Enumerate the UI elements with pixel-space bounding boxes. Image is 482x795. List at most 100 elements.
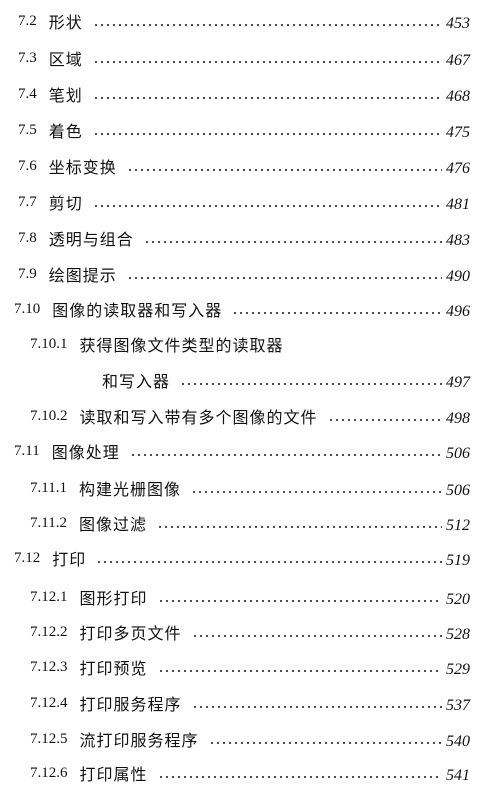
toc-entry-number: 7.12.5 [30, 730, 68, 747]
dot-leader [126, 169, 442, 171]
toc-entry-page: 453 [446, 15, 470, 32]
dot-leader [126, 277, 442, 279]
toc-entry-number: 7.8 [18, 229, 37, 246]
toc-entry-7-7: 7.7 剪切 481 [18, 189, 470, 215]
toc-entry-number: 7.12.3 [30, 658, 68, 675]
toc-entry-page: 512 [446, 517, 470, 534]
toc-entry-title: 流打印服务程序 [79, 731, 199, 750]
dot-leader [232, 312, 442, 314]
dot-leader [96, 561, 442, 563]
toc-entry-page: 528 [446, 626, 470, 643]
toc-entry-number: 7.11 [14, 442, 40, 459]
toc-entry-title: 图形打印 [79, 589, 148, 608]
toc-entry-page: 541 [446, 767, 470, 784]
toc-entry-title: 打印多页文件 [79, 624, 182, 643]
toc-entry-7-12-6: 7.12.6 打印属性 541 [30, 760, 470, 786]
toc-entry-7-2: 7.2 形状 453 [18, 8, 470, 34]
toc-entry-number: 7.4 [18, 85, 37, 102]
toc-entry-page: 496 [446, 303, 470, 320]
dot-leader [157, 776, 442, 778]
toc-entry-title: 图像的读取器和写入器 [52, 301, 223, 320]
toc-entry-page: 537 [446, 697, 470, 714]
toc-entry-page: 483 [446, 232, 470, 249]
table-of-contents: 7.2 形状 453 7.3 区域 467 7.4 笔划 468 7.5 着色 … [0, 0, 482, 795]
dot-leader [156, 526, 442, 528]
dot-leader [157, 600, 442, 602]
toc-entry-title: 坐标变换 [48, 158, 117, 177]
toc-entry-page: 498 [446, 410, 470, 427]
toc-entry-7-8: 7.8 透明与组合 483 [18, 225, 470, 251]
toc-entry-page: 467 [446, 52, 470, 69]
toc-entry-7-12-4: 7.12.4 打印服务程序 537 [30, 690, 470, 716]
toc-entry-title: 图像过滤 [78, 515, 147, 534]
toc-entry-page: 506 [446, 445, 470, 462]
toc-entry-title: 读取和写入带有多个图像的文件 [79, 408, 318, 427]
toc-entry-title: 剪切 [48, 194, 83, 213]
dot-leader [129, 454, 442, 456]
dot-leader [92, 24, 442, 26]
toc-entry-page: 540 [446, 733, 470, 750]
toc-entry-7-11-2: 7.11.2 图像过滤 512 [30, 510, 470, 536]
toc-entry-number: 7.12 [14, 549, 41, 566]
toc-entry-title: 着色 [48, 122, 83, 141]
toc-entry-page: 506 [446, 482, 470, 499]
dot-leader [327, 419, 442, 421]
toc-entry-7-5: 7.5 着色 475 [18, 117, 470, 143]
toc-entry-page: 529 [446, 661, 470, 678]
toc-entry-7-12-1: 7.12.1 图形打印 520 [30, 584, 470, 610]
toc-entry-title: 笔划 [48, 86, 83, 105]
toc-entry-number: 7.10.1 [30, 335, 68, 352]
toc-entry-number: 7.11.2 [30, 514, 67, 531]
toc-entry-7-11: 7.11 图像处理 506 [14, 438, 470, 464]
toc-entry-title: 区域 [48, 50, 83, 69]
toc-entry-number: 7.10 [14, 300, 41, 317]
toc-entry-7-12-3: 7.12.3 打印预览 529 [30, 654, 470, 680]
toc-entry-number: 7.11.1 [30, 479, 67, 496]
toc-entry-7-6: 7.6 坐标变换 476 [18, 153, 470, 179]
toc-entry-number: 7.3 [18, 49, 37, 66]
toc-entry-7-3: 7.3 区域 467 [18, 45, 470, 71]
toc-entry-title: 和写入器 [102, 372, 171, 391]
dot-leader [143, 241, 442, 243]
toc-entry-7-10-2: 7.10.2 读取和写入带有多个图像的文件 498 [30, 403, 470, 429]
toc-entry-page: 520 [446, 591, 470, 608]
dot-leader [92, 97, 442, 99]
toc-entry-title: 打印属性 [79, 765, 148, 784]
toc-entry-title: 图像处理 [51, 443, 120, 462]
toc-entry-number: 7.5 [18, 121, 37, 138]
toc-entry-title: 打印服务程序 [79, 695, 182, 714]
toc-entry-number: 7.12.2 [30, 623, 68, 640]
toc-entry-page: 519 [446, 552, 470, 569]
toc-entry-page: 475 [446, 124, 470, 141]
toc-entry-7-10-1-cont: 和写入器 497 [90, 367, 470, 393]
toc-entry-number: 7.12.6 [30, 764, 68, 781]
dot-leader [92, 133, 442, 135]
dot-leader [157, 670, 442, 672]
toc-entry-page: 468 [446, 88, 470, 105]
toc-entry-page: 497 [446, 374, 470, 391]
toc-entry-page: 490 [446, 268, 470, 285]
toc-entry-7-12: 7.12 打印 519 [14, 545, 470, 571]
toc-entry-title: 打印 [52, 550, 87, 569]
toc-entry-number: 7.10.2 [30, 407, 68, 424]
toc-entry-7-10-1: 7.10.1 获得图像文件类型的读取器 [30, 331, 470, 357]
toc-entry-page: 476 [446, 160, 470, 177]
dot-leader [92, 205, 442, 207]
toc-entry-number: 7.12.1 [30, 588, 68, 605]
toc-entry-title: 打印预览 [79, 659, 148, 678]
toc-entry-7-12-2: 7.12.2 打印多页文件 528 [30, 619, 470, 645]
toc-entry-7-10: 7.10 图像的读取器和写入器 496 [14, 296, 470, 322]
toc-entry-title: 获得图像文件类型的读取器 [79, 336, 284, 355]
dot-leader [190, 491, 442, 493]
toc-entry-number: 7.9 [18, 265, 37, 282]
dot-leader [191, 635, 442, 637]
dot-leader [191, 706, 442, 708]
toc-entry-7-11-1: 7.11.1 构建光栅图像 506 [30, 475, 470, 501]
toc-entry-title: 形状 [48, 13, 83, 32]
dot-leader [180, 383, 442, 385]
toc-entry-title: 绘图提示 [48, 266, 117, 285]
toc-entry-title: 透明与组合 [48, 230, 134, 249]
toc-entry-page: 481 [446, 196, 470, 213]
toc-entry-7-9: 7.9 绘图提示 490 [18, 261, 470, 287]
toc-entry-number: 7.6 [18, 157, 37, 174]
